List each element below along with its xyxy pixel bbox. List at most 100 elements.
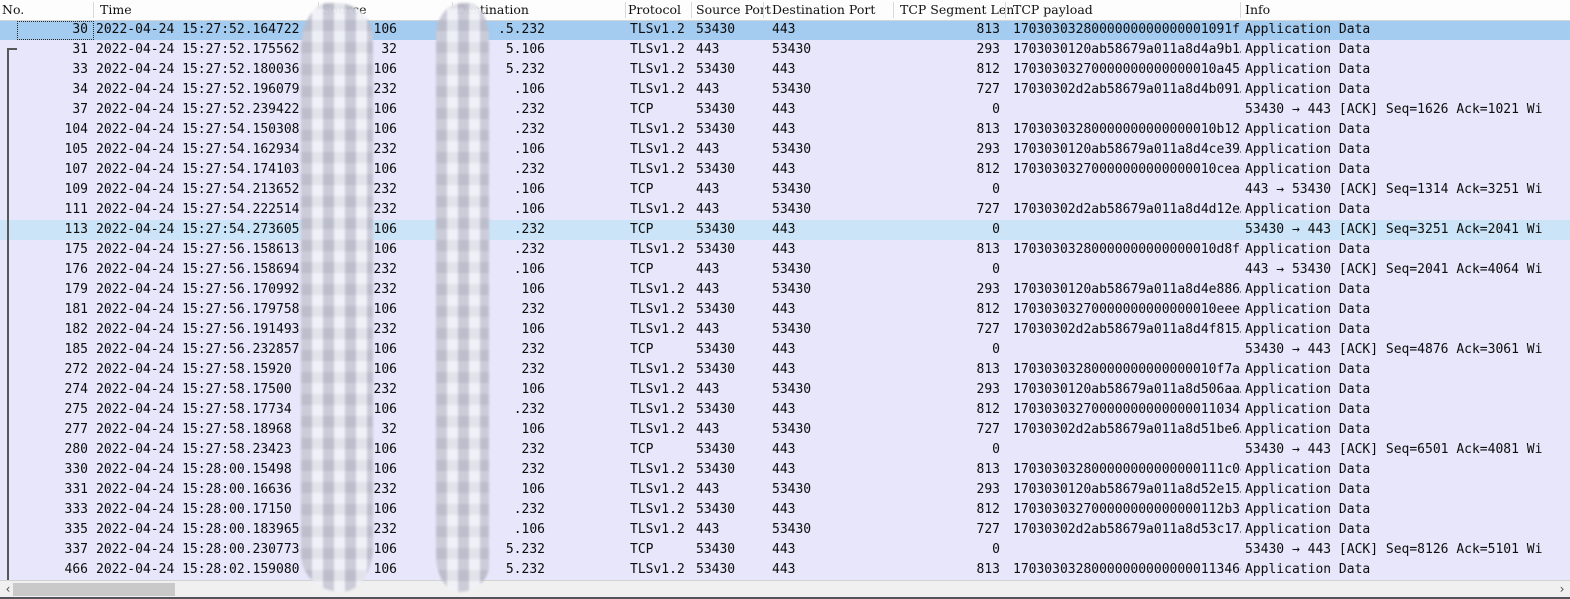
column-header-seglen[interactable]: TCP Segment Len	[900, 0, 1014, 20]
packet-row[interactable]: 1072022-04-24 15:27:54.174103106.232TLSv…	[0, 160, 1570, 180]
cell-sport: 53430	[696, 160, 766, 180]
cell-time: 2022-04-24 15:27:58.17500	[96, 380, 326, 400]
packet-row[interactable]: 312022-04-24 15:27:52.175562325.106TLSv1…	[0, 40, 1570, 60]
cell-payload: 1703030120ab58679a011a8d52e15…	[1013, 480, 1241, 500]
cell-time: 2022-04-24 15:28:00.230773	[96, 540, 326, 560]
cell-protocol: TLSv1.2	[630, 300, 692, 320]
cell-sport: 443	[696, 140, 766, 160]
packet-row[interactable]: 372022-04-24 15:27:52.239422106.232TCP53…	[0, 100, 1570, 120]
column-header-protocol[interactable]: Protocol	[628, 0, 681, 20]
packet-row[interactable]: 1762022-04-24 15:27:56.158694232.106TCP4…	[0, 260, 1570, 280]
conversation-span-line	[7, 48, 9, 599]
cell-payload	[1013, 100, 1241, 120]
cell-seglen: 293	[900, 40, 1000, 60]
cell-protocol: TLSv1.2	[630, 460, 692, 480]
cell-sport: 443	[696, 520, 766, 540]
column-header-payload[interactable]: TCP payload	[1013, 0, 1093, 20]
column-separator[interactable]	[893, 2, 895, 18]
packet-row[interactable]: 2772022-04-24 15:27:58.1896832106TLSv1.2…	[0, 420, 1570, 440]
cell-sport: 53430	[696, 460, 766, 480]
cell-dport: 443	[772, 20, 882, 40]
cell-dport: 53430	[772, 320, 882, 340]
cell-seglen: 0	[900, 340, 1000, 360]
cell-payload: 17030302d2ab58679a011a8d4d12e…	[1013, 200, 1241, 220]
cell-protocol: TCP	[630, 260, 692, 280]
column-separator[interactable]	[93, 2, 95, 18]
cell-sport: 53430	[696, 340, 766, 360]
packet-row[interactable]: 3372022-04-24 15:28:00.2307731065.232TCP…	[0, 540, 1570, 560]
cell-protocol: TCP	[630, 100, 692, 120]
cell-sport: 443	[696, 200, 766, 220]
packet-row[interactable]: 332022-04-24 15:27:52.1800361065.232TLSv…	[0, 60, 1570, 80]
packet-row[interactable]: 2742022-04-24 15:27:58.17500232106TLSv1.…	[0, 380, 1570, 400]
packet-row[interactable]: 1052022-04-24 15:27:54.162934232.106TLSv…	[0, 140, 1570, 160]
cell-sport: 53430	[696, 240, 766, 260]
packet-row[interactable]: 1092022-04-24 15:27:54.213652232.106TCP4…	[0, 180, 1570, 200]
cell-no: 333	[14, 500, 88, 520]
cell-info: Application Data	[1245, 420, 1570, 440]
column-header-no[interactable]: No.	[2, 0, 24, 20]
column-separator[interactable]	[1240, 2, 1242, 18]
packet-row[interactable]: 1042022-04-24 15:27:54.150308106.232TLSv…	[0, 120, 1570, 140]
cell-no: 104	[14, 120, 88, 140]
horizontal-scrollbar[interactable]: ‹ ›	[0, 580, 1570, 598]
column-separator[interactable]	[1005, 2, 1007, 18]
column-separator[interactable]	[625, 2, 627, 18]
cell-time: 2022-04-24 15:28:00.16636	[96, 480, 326, 500]
packet-row[interactable]: 342022-04-24 15:27:52.196079232.106TLSv1…	[0, 80, 1570, 100]
column-separator[interactable]	[763, 2, 765, 18]
cell-protocol: TCP	[630, 440, 692, 460]
column-header-info[interactable]: Info	[1245, 0, 1270, 20]
packet-row[interactable]: 3312022-04-24 15:28:00.16636232106TLSv1.…	[0, 480, 1570, 500]
packet-row[interactable]: 1852022-04-24 15:27:56.232857106232TCP53…	[0, 340, 1570, 360]
cell-protocol: TLSv1.2	[630, 60, 692, 80]
cell-no: 272	[14, 360, 88, 380]
cell-protocol: TLSv1.2	[630, 240, 692, 260]
packet-row[interactable]: 1132022-04-24 15:27:54.273605106.232TCP5…	[0, 220, 1570, 240]
cell-no: 105	[14, 140, 88, 160]
cell-dport: 443	[772, 240, 882, 260]
cell-sport: 53430	[696, 100, 766, 120]
cell-payload	[1013, 440, 1241, 460]
packet-row[interactable]: 3352022-04-24 15:28:00.183965232.106TLSv…	[0, 520, 1570, 540]
cell-no: 277	[14, 420, 88, 440]
column-header-time[interactable]: Time	[100, 0, 132, 20]
cell-payload: 17030302d2ab58679a011a8d4b091…	[1013, 80, 1241, 100]
cell-dport: 53430	[772, 380, 882, 400]
packet-row[interactable]: 3302022-04-24 15:28:00.15498106232TLSv1.…	[0, 460, 1570, 480]
packet-row[interactable]: 2722022-04-24 15:27:58.15920106232TLSv1.…	[0, 360, 1570, 380]
column-header-sport[interactable]: Source Port	[696, 0, 771, 20]
packet-row[interactable]: 302022-04-24 15:27:52.164722106.5.232TLS…	[0, 20, 1570, 40]
cell-protocol: TLSv1.2	[630, 420, 692, 440]
packet-row[interactable]: 3332022-04-24 15:28:00.17150106.232TLSv1…	[0, 500, 1570, 520]
cell-time: 2022-04-24 15:28:00.15498	[96, 460, 326, 480]
packet-row[interactable]: 1112022-04-24 15:27:54.222514232.106TLSv…	[0, 200, 1570, 220]
packet-row[interactable]: 1822022-04-24 15:27:56.191493232106TLSv1…	[0, 320, 1570, 340]
cell-time: 2022-04-24 15:27:52.180036	[96, 60, 326, 80]
packet-row[interactable]: 2802022-04-24 15:27:58.23423106232TCP534…	[0, 440, 1570, 460]
scrollbar-right-arrow-icon[interactable]: ›	[1554, 581, 1570, 598]
scrollbar-thumb[interactable]	[13, 583, 175, 596]
cell-dport: 443	[772, 60, 882, 80]
column-header-dport[interactable]: Destination Port	[772, 0, 875, 20]
cell-payload: 17030303280000000000000010f7a3…	[1013, 360, 1241, 380]
packet-row[interactable]: 2752022-04-24 15:27:58.17734106.232TLSv1…	[0, 400, 1570, 420]
packet-row[interactable]: 4662022-04-24 15:28:02.1590801065.232TLS…	[0, 560, 1570, 580]
cell-info: 443 → 53430 [ACK] Seq=1314 Ack=3251 Wi	[1245, 180, 1570, 200]
cell-dport: 53430	[772, 140, 882, 160]
cell-no: 185	[14, 340, 88, 360]
column-separator[interactable]	[691, 2, 693, 18]
cell-protocol: TCP	[630, 540, 692, 560]
packet-row[interactable]: 1792022-04-24 15:27:56.170992232106TLSv1…	[0, 280, 1570, 300]
cell-sport: 53430	[696, 500, 766, 520]
cell-time: 2022-04-24 15:27:54.222514	[96, 200, 326, 220]
cell-time: 2022-04-24 15:27:54.162934	[96, 140, 326, 160]
cell-payload: 17030302d2ab58679a011a8d4f815…	[1013, 320, 1241, 340]
packet-row[interactable]: 1812022-04-24 15:27:56.179758106232TLSv1…	[0, 300, 1570, 320]
cell-payload	[1013, 340, 1241, 360]
packet-rows: 302022-04-24 15:27:52.164722106.5.232TLS…	[0, 20, 1570, 580]
packet-row[interactable]: 1752022-04-24 15:27:56.158613106.232TLSv…	[0, 240, 1570, 260]
packet-list-window: No.TimeSourceDestinationProtocolSource P…	[0, 0, 1570, 599]
cell-no: 179	[14, 280, 88, 300]
cell-dport: 443	[772, 360, 882, 380]
